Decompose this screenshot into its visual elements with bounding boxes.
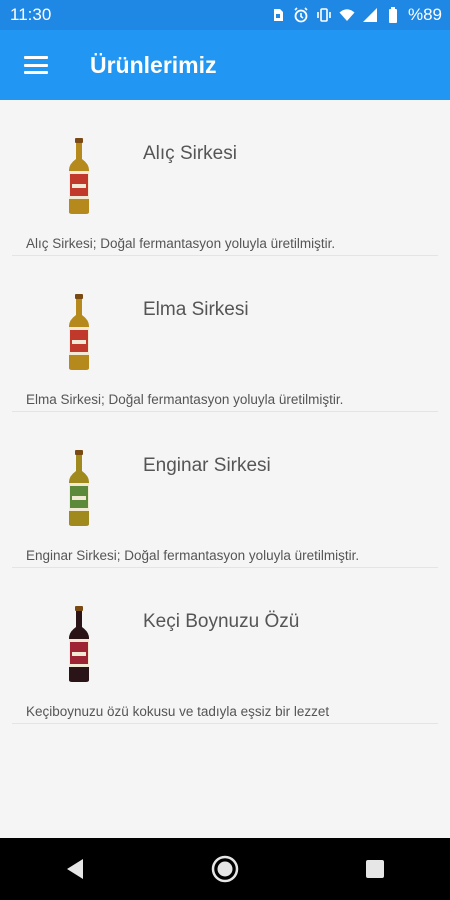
menu-icon[interactable] xyxy=(24,56,48,74)
product-card[interactable]: Keçi Boynuzu Özü Keçiboynuzu özü kokusu v… xyxy=(12,568,438,724)
product-bottle-image xyxy=(69,450,89,526)
product-card[interactable]: Alıç Sirkesi Alıç Sirkesi; Doğal fermanta… xyxy=(12,100,438,256)
home-icon[interactable] xyxy=(205,849,245,889)
vibrate-icon xyxy=(316,7,332,23)
back-icon[interactable] xyxy=(55,849,95,889)
battery-icon xyxy=(385,7,401,23)
product-name: Elma Sirkesi xyxy=(143,299,249,320)
status-bar: 11:30 %89 xyxy=(0,0,450,30)
navigation-bar xyxy=(0,838,450,900)
status-icons: %89 xyxy=(270,5,442,25)
product-description: Keçiboynuzu özü kokusu ve tadıyla eşsiz … xyxy=(26,704,330,719)
product-name: Enginar Sirkesi xyxy=(143,455,271,476)
wifi-icon xyxy=(339,7,355,23)
product-bottle-image xyxy=(69,606,89,682)
signal-icon xyxy=(362,7,378,23)
alarm-icon xyxy=(293,7,309,23)
product-description: Elma Sirkesi; Doğal fermantasyon yoluyla… xyxy=(26,392,344,407)
app-bar: Ürünlerimiz xyxy=(0,30,450,100)
recents-icon[interactable] xyxy=(355,849,395,889)
product-description: Alıç Sirkesi; Doğal fermantasyon yoluyla… xyxy=(26,236,336,251)
product-name: Keçi Boynuzu Özü xyxy=(143,611,300,632)
product-bottle-image xyxy=(69,294,89,370)
product-list: Alıç Sirkesi Alıç Sirkesi; Doğal fermanta… xyxy=(0,100,450,724)
product-description: Enginar Sirkesi; Doğal fermantasyon yolu… xyxy=(26,548,360,563)
status-time: 11:30 xyxy=(10,5,52,24)
page-title: Ürünlerimiz xyxy=(90,51,217,78)
product-name: Alıç Sirkesi xyxy=(143,143,237,164)
product-card[interactable]: Elma Sirkesi Elma Sirkesi; Doğal fermanta… xyxy=(12,256,438,412)
sim-icon xyxy=(270,7,286,23)
battery-level: %89 xyxy=(407,5,442,24)
product-card[interactable]: Enginar Sirkesi Enginar Sirkesi; Doğal fe… xyxy=(12,412,438,568)
product-bottle-image xyxy=(69,138,89,214)
